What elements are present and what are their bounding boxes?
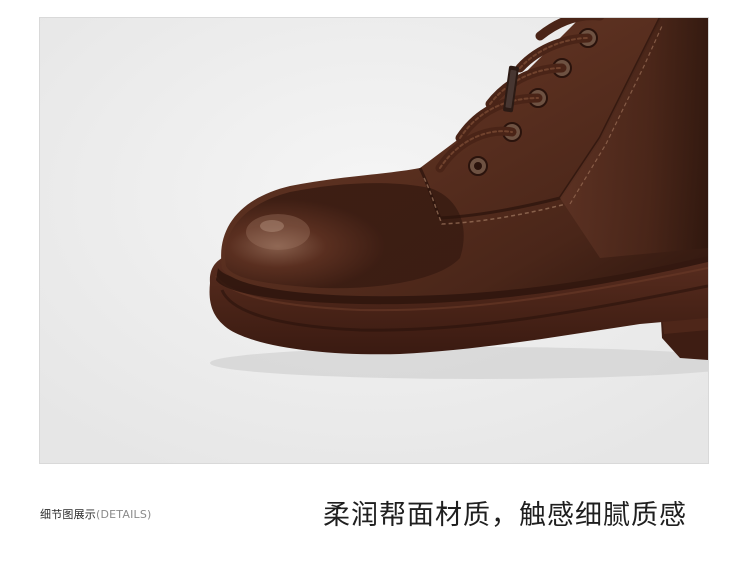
section-label-en: (DETAILS) bbox=[96, 508, 152, 521]
section-label-cn: 细节图展示 bbox=[40, 508, 96, 521]
section-label: 细节图展示(DETAILS) bbox=[40, 506, 152, 522]
boot-detail-icon bbox=[40, 18, 708, 463]
product-photo bbox=[39, 17, 709, 464]
caption-row: 细节图展示(DETAILS) 柔润帮面材质，触感细腻质感 bbox=[0, 488, 750, 538]
headline: 柔润帮面材质，触感细腻质感 bbox=[323, 500, 687, 531]
